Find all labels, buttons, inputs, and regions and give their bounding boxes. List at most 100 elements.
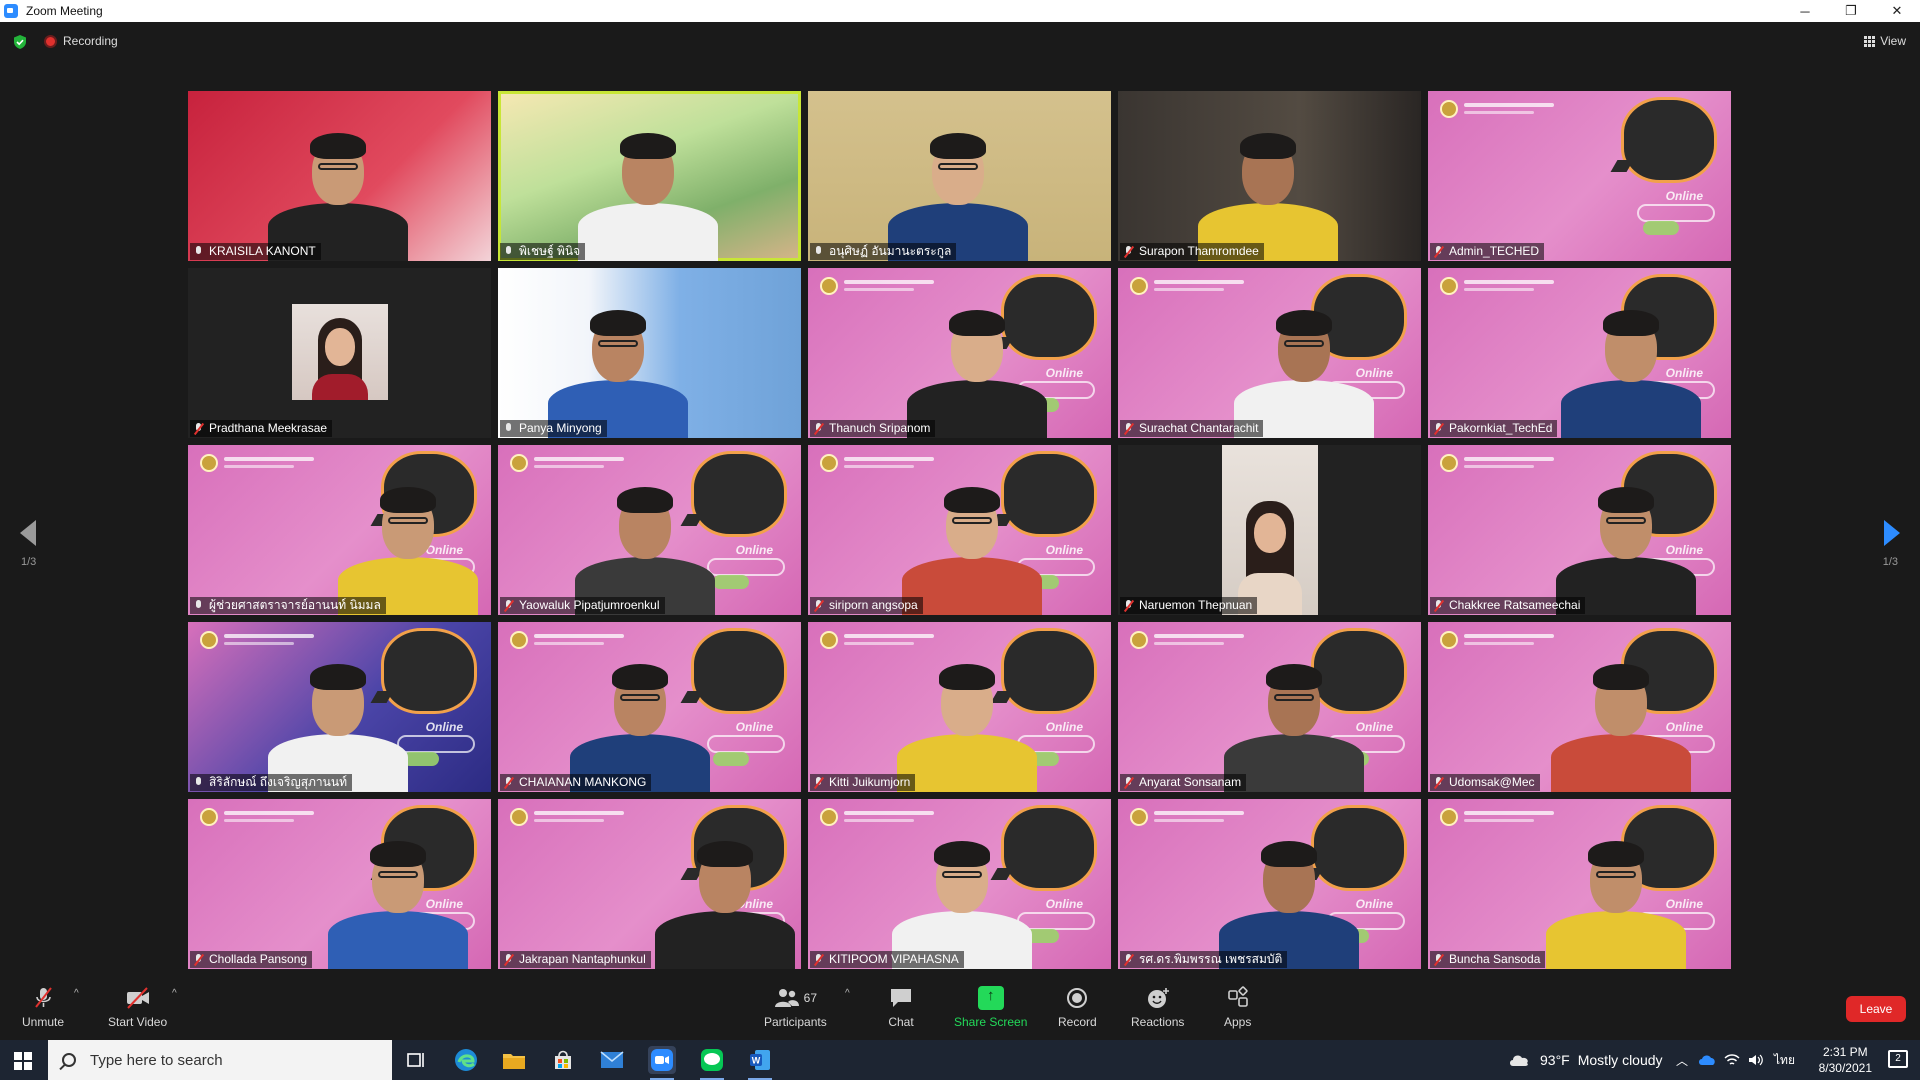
university-seal-icon [200, 454, 218, 472]
show-hidden-icons-chevron-icon[interactable]: ︿ [1676, 1052, 1688, 1069]
participant-video-tile[interactable]: Online Yaowaluk Pipatjumroenkul [498, 445, 801, 615]
mail-icon[interactable] [598, 1046, 626, 1074]
taskbar-search-box[interactable]: Type here to search [48, 1040, 392, 1080]
slide-header-line [844, 288, 914, 291]
line-icon[interactable] [698, 1046, 726, 1080]
participant-video-tile[interactable]: Online Pakornkiat_TechEd [1428, 268, 1731, 438]
participants-options-caret-icon[interactable]: ^ [845, 988, 850, 999]
view-button[interactable]: View [1864, 34, 1906, 48]
participant-video-person [1224, 642, 1364, 792]
notifications-count: 2 [1895, 1053, 1901, 1064]
participant-video-tile[interactable]: Surapon Thamromdee [1118, 91, 1421, 261]
svg-text:W: W [752, 1056, 761, 1066]
restore-button[interactable]: ❐ [1828, 0, 1874, 22]
windows-start-icon[interactable] [14, 1052, 32, 1070]
participant-video-tile[interactable]: Naruemon Thepnuan [1118, 445, 1421, 615]
participant-video-tile[interactable]: อนุศิษฏ์ อันมานะตระกูล [808, 91, 1111, 261]
participant-video-person [578, 111, 718, 261]
task-view-icon[interactable] [402, 1046, 430, 1074]
word-icon[interactable]: W [746, 1046, 774, 1080]
participant-video-person [570, 642, 710, 792]
slide-green-badge [713, 575, 749, 589]
unmute-button[interactable]: Unmute [22, 986, 64, 1029]
slide-header-line [1154, 634, 1244, 638]
volume-icon[interactable] [1748, 1053, 1764, 1067]
notifications-icon[interactable]: 2 [1888, 1050, 1908, 1068]
reactions-button[interactable]: Reactions [1131, 986, 1184, 1029]
chat-button[interactable]: Chat [888, 986, 914, 1029]
zoom-icon[interactable] [648, 1046, 676, 1080]
university-seal-icon [820, 808, 838, 826]
slide-header-line [224, 811, 314, 815]
participant-video-tile[interactable]: KRAISILA KANONT [188, 91, 491, 261]
weather-widget[interactable]: 93°F Mostly cloudy [1508, 1040, 1663, 1080]
slide-header-line [1464, 457, 1554, 461]
microphone-icon [194, 245, 204, 258]
start-video-button[interactable]: Start Video [108, 986, 167, 1029]
file-explorer-icon[interactable] [500, 1046, 528, 1074]
participant-name-tag: สิริลักษณ์ ถึงเจริญสุภานนท์ [190, 774, 352, 791]
zoom-meeting-window: Zoom Meeting ─ ❐ ✕ Recording View KRAISI… [0, 0, 1920, 1080]
next-page-arrow-icon[interactable] [1884, 520, 1900, 546]
cloud-icon [1510, 1055, 1528, 1066]
participant-video-tile[interactable]: Online Anyarat Sonsanam [1118, 622, 1421, 792]
participant-video-tile[interactable]: Online Udomsak@Mec [1428, 622, 1731, 792]
participant-video-tile[interactable]: Pradthana Meekrasae [188, 268, 491, 438]
slide-header-line [844, 457, 934, 461]
minimize-button[interactable]: ─ [1782, 0, 1828, 22]
participant-video-tile[interactable]: Online siriporn angsopa [808, 445, 1111, 615]
participant-video-tile[interactable]: Online Jakrapan Nantaphunkul [498, 799, 801, 969]
participant-video-tile[interactable]: Online CHAIANAN MANKONG [498, 622, 801, 792]
share-screen-label: Share Screen [954, 1015, 1028, 1029]
record-button[interactable]: Record [1058, 986, 1097, 1029]
microphone-icon [504, 422, 514, 435]
slide-green-badge [713, 752, 749, 766]
participant-name-tag: Jakrapan Nantaphunkul [500, 951, 651, 968]
input-language-indicator[interactable]: ไทย [1774, 1051, 1795, 1070]
microphone-icon [194, 776, 204, 789]
participant-video-tile[interactable]: พิเชษฐ์ พินิจ [498, 91, 801, 261]
participant-video-tile[interactable]: Online Kitti Juikumjorn [808, 622, 1111, 792]
slide-header-line [1464, 634, 1554, 638]
onedrive-cloud-icon[interactable] [1698, 1054, 1716, 1066]
participant-name-tag: อนุศิษฏ์ อันมานะตระกูล [810, 243, 957, 260]
participant-video-tile[interactable]: Online Chakkree Ratsameechai [1428, 445, 1731, 615]
slide-date-badge [397, 735, 475, 753]
participant-video-tile[interactable]: Online Buncha Sansoda [1428, 799, 1731, 969]
page-indicator-left: 1/3 [21, 556, 37, 568]
slide-green-badge [403, 752, 439, 766]
slide-header-line [1154, 819, 1224, 822]
apps-button[interactable]: Apps [1224, 986, 1251, 1029]
taskbar-clock[interactable]: 2:31 PM 8/30/2021 [1819, 1044, 1872, 1076]
participant-name-tag: Pakornkiat_TechEd [1430, 420, 1558, 437]
audio-options-caret-icon[interactable]: ^ [74, 988, 79, 999]
taskbar-search-placeholder: Type here to search [90, 1051, 223, 1069]
security-shield-icon[interactable] [12, 34, 28, 50]
participant-video-tile[interactable]: Panya Minyong [498, 268, 801, 438]
participant-video-tile[interactable]: Online รศ.ดร.พิมพรรณ เพชรสมบัติ [1118, 799, 1421, 969]
store-icon[interactable] [549, 1046, 577, 1074]
participant-video-tile[interactable]: Online Chollada Pansong [188, 799, 491, 969]
edge-icon[interactable] [452, 1046, 480, 1074]
university-seal-icon [820, 454, 838, 472]
participants-button[interactable]: 67 Participants [764, 986, 827, 1029]
leave-button[interactable]: Leave [1846, 996, 1906, 1022]
recording-indicator[interactable]: Recording [44, 34, 118, 48]
muted-microphone-icon [194, 422, 204, 435]
slide-online-text: Online [425, 720, 463, 734]
share-screen-button[interactable]: Share Screen [954, 986, 1027, 1029]
previous-page-arrow-icon[interactable] [20, 520, 36, 546]
participant-video-tile[interactable]: Online Thanuch Sripanom [808, 268, 1111, 438]
participant-video-person [1546, 819, 1686, 969]
close-button[interactable]: ✕ [1874, 0, 1920, 22]
slide-date-badge [1637, 204, 1715, 222]
university-seal-icon [1440, 454, 1458, 472]
participant-video-tile[interactable]: Online Surachat Chantarachit [1118, 268, 1421, 438]
participant-video-tile[interactable]: Online ผู้ช่วยศาสตราจารย์อานนท์ นิมมล [188, 445, 491, 615]
participant-video-tile[interactable]: Online สิริลักษณ์ ถึงเจริญสุภานนท์ [188, 622, 491, 792]
participant-name: สิริลักษณ์ ถึงเจริญสุภานนท์ [209, 775, 347, 789]
participant-video-tile[interactable]: Online Admin_TECHED [1428, 91, 1731, 261]
video-options-caret-icon[interactable]: ^ [172, 988, 177, 999]
participant-video-tile[interactable]: Online KITIPOOM VIPAHASNA [808, 799, 1111, 969]
wifi-icon[interactable] [1724, 1053, 1740, 1067]
